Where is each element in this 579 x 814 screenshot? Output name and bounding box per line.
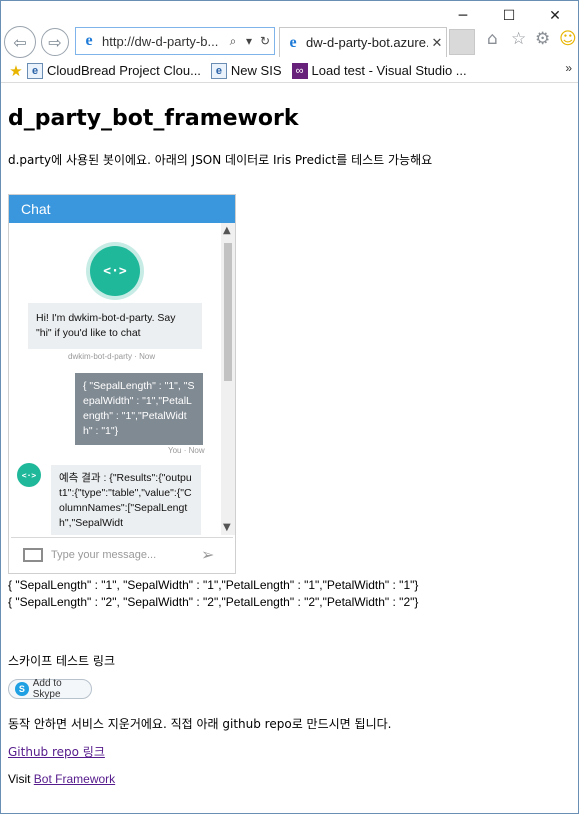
favorite-item[interactable]: e New SIS <box>210 62 282 79</box>
tab-close-icon[interactable]: ✕ <box>428 35 446 51</box>
tab-title: dw-d-party-bot.azure... <box>306 35 428 50</box>
favorite-label: New SIS <box>230 63 282 78</box>
address-bar[interactable]: e http://dw-d-party-b... ⌕ ▾ ↻ <box>75 27 275 55</box>
smiley-icon[interactable]: ☺ <box>559 29 577 49</box>
intro-text: d.party에 사용된 봇이에요. 아래의 JSON 데이터로 Iris Pr… <box>8 153 433 167</box>
sample-json-1: { "SepalLength" : "1", "SepalWidth" : "1… <box>8 578 419 592</box>
visual-studio-icon: ∞ <box>291 62 308 79</box>
chevron-more-icon[interactable]: » <box>565 61 572 75</box>
page-icon: e <box>27 62 43 79</box>
favorites-bar: ★ e CloudBread Project Clou... e New SIS… <box>1 59 578 83</box>
favorite-label: Load test - Visual Studio ... <box>311 63 467 78</box>
scroll-down-icon[interactable]: ▼ <box>223 522 231 533</box>
favorite-item[interactable]: e CloudBread Project Clou... <box>27 62 201 79</box>
address-text: http://dw-d-party-b... <box>102 33 219 49</box>
code-icon: <·> <box>90 246 140 296</box>
chat-history[interactable]: <·> Hi! I'm dwkim-bot-d-party. Say "hi" … <box>9 223 221 535</box>
forward-icon[interactable]: ⇨ <box>41 28 69 56</box>
chat-scrollbar[interactable]: ▲ ▼ <box>221 223 235 535</box>
add-to-skype-label: Add to Skype <box>32 678 62 700</box>
tab-page-icon: e <box>289 33 297 51</box>
visit-prefix: Visit <box>8 772 34 786</box>
skype-test-label: 스카이프 테스트 링크 <box>8 654 115 668</box>
favorite-label: CloudBread Project Clou... <box>47 63 201 78</box>
skype-icon: S <box>15 682 29 696</box>
dropdown-icon[interactable]: ▾ <box>242 34 256 48</box>
browser-window: ─ ☐ ✕ ⇦ ⇨ e http://dw-d-party-b... ⌕ ▾ ↻… <box>0 0 579 814</box>
page-content: d_party_bot_framework d.party에 사용된 봇이에요.… <box>1 84 578 813</box>
refresh-icon[interactable]: ↻ <box>258 34 272 48</box>
scrollbar-thumb[interactable] <box>224 243 232 381</box>
bot-avatar-small: <·> <box>17 463 41 487</box>
chat-widget: Chat <·> Hi! I'm dwkim-bot-d-party. Say … <box>8 194 236 574</box>
add-to-skype-button[interactable]: S Add to Skype <box>8 678 92 700</box>
home-icon[interactable]: ⌂ <box>487 29 498 49</box>
bot-framework-link[interactable]: Bot Framework <box>34 772 115 786</box>
back-icon[interactable]: ⇦ <box>4 26 36 58</box>
send-icon[interactable]: ➢ <box>201 545 225 564</box>
bot-reply: 예측 결과 : {"Results":{"output1":{"type":"t… <box>51 465 201 535</box>
github-repo-link[interactable]: Github repo 링크 <box>8 743 105 760</box>
favorite-item[interactable]: ∞ Load test - Visual Studio ... <box>291 62 467 79</box>
sample-json-2: { "SepalLength" : "2", "SepalWidth" : "2… <box>8 595 419 609</box>
favorites-star-icon[interactable]: ☆ <box>511 29 526 49</box>
bot-message: Hi! I'm dwkim-bot-d-party. Say "hi" if y… <box>28 303 202 349</box>
ie-page-icon: e <box>85 32 93 49</box>
chat-header: Chat <box>9 195 235 223</box>
message-input[interactable]: Type your message... <box>51 549 201 561</box>
user-message-meta: You · Now <box>168 446 205 455</box>
page-title: d_party_bot_framework <box>8 106 299 131</box>
visit-line: Visit Bot Framework <box>8 772 115 786</box>
user-message: { "SepalLength" : "1", "SepalWidth" : "1… <box>75 373 203 445</box>
scroll-up-icon[interactable]: ▲ <box>223 225 231 236</box>
gear-icon[interactable]: ⚙ <box>535 29 550 49</box>
image-upload-icon[interactable] <box>23 547 43 562</box>
tab-active[interactable]: e dw-d-party-bot.azure... ✕ <box>279 27 447 57</box>
chat-input-bar: Type your message... ➢ <box>11 537 233 571</box>
bot-message-meta: dwkim-bot-d-party · Now <box>68 352 156 361</box>
service-note: 동작 안하면 서비스 지운거에요. 직접 아래 github repo로 만드시… <box>8 717 392 731</box>
new-tab-button[interactable] <box>449 29 475 55</box>
search-icon[interactable]: ⌕ <box>226 34 240 49</box>
add-favorite-icon[interactable]: ★ <box>5 62 27 80</box>
page-icon: e <box>210 62 227 79</box>
navigation-bar: ⇦ ⇨ e http://dw-d-party-b... ⌕ ▾ ↻ e dw-… <box>1 23 578 59</box>
bot-avatar-large: <·> <box>86 242 144 300</box>
